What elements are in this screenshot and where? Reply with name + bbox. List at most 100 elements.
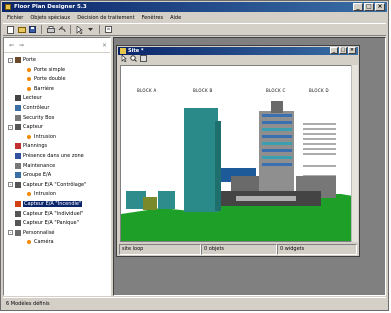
- tree-node-label: Personnalisé: [23, 229, 55, 236]
- tree-node[interactable]: Contrôleur: [8, 104, 49, 112]
- minimize-button[interactable]: _: [353, 3, 363, 11]
- site-icon: [120, 48, 126, 54]
- tree-node-label: Porte simple: [34, 66, 66, 73]
- layer-icon[interactable]: [140, 55, 147, 64]
- block-b-label: BLOCK B: [193, 88, 213, 93]
- pointer-tool-icon[interactable]: [121, 54, 127, 64]
- tree-node-label: Plannings: [23, 143, 48, 150]
- tree-node-label: Lecteur: [23, 95, 42, 102]
- tree-node[interactable]: - Porte: [8, 56, 36, 64]
- block-b-side: [215, 121, 221, 211]
- menu-fichier[interactable]: Fichier: [7, 15, 23, 21]
- toolbar-separator: [41, 25, 42, 34]
- main-toolbar: [3, 23, 386, 36]
- site-status-objects: 0 objets: [201, 244, 277, 255]
- tree-node[interactable]: - Capteur E/A "Contrôlage": [8, 181, 86, 189]
- site-window-controls: _ □ ×: [330, 47, 356, 54]
- sensor-icon: [15, 124, 21, 131]
- site-toolbar: [118, 54, 358, 64]
- tree-node[interactable]: Capteur E/A "Individuel": [8, 210, 83, 218]
- toolbar-separator: [99, 25, 100, 34]
- zone-icon: [15, 153, 21, 159]
- tree-node[interactable]: Capteur E/A "Panique": [8, 219, 79, 227]
- orange-dot-icon: [27, 240, 31, 245]
- object-tree-panel: ⇐ ⇒ × - Porte Porte simple Porte double Barr…: [3, 37, 111, 296]
- title-bar[interactable]: Floor Plan Designer 5.3 _ □ ×: [2, 2, 387, 12]
- block-b-tower: [184, 108, 218, 212]
- canvas-scrollbar[interactable]: [351, 65, 358, 242]
- tree-node-label: Capteur E/A "Panique": [23, 220, 79, 227]
- open-icon[interactable]: [17, 25, 26, 34]
- tree-node-label: Barrière: [34, 85, 55, 92]
- close-button[interactable]: ×: [375, 3, 385, 11]
- tree-node-label: Maintenance: [23, 162, 56, 169]
- orange-dot-icon: [27, 134, 31, 139]
- print-icon[interactable]: [46, 25, 55, 34]
- tree-node[interactable]: Barrière: [26, 85, 54, 93]
- orange-dot-icon: [27, 67, 31, 72]
- tree-node[interactable]: Caméra: [26, 238, 54, 246]
- tree-node[interactable]: Porte simple: [26, 66, 65, 74]
- tree-node[interactable]: - Personnalisé: [8, 229, 55, 237]
- tree-node[interactable]: Intrusion: [26, 190, 56, 198]
- tree-node-label: Présence dans une zone: [23, 153, 84, 159]
- tree-node[interactable]: Groupe E/A: [8, 171, 51, 179]
- tree-node[interactable]: Capteur E/A "Incendie": [8, 200, 83, 208]
- site-window-title-bar[interactable]: Site * _ □ ×: [118, 47, 358, 55]
- tree-node-label: Groupe E/A: [23, 172, 52, 179]
- tree-node-label: Capteur E/A "Individuel": [23, 210, 84, 217]
- tree-node[interactable]: Intrusion: [26, 133, 56, 141]
- custom-icon: [15, 229, 21, 236]
- dropdown-arrow-icon[interactable]: [86, 25, 95, 34]
- tree-header: ⇐ ⇒ ×: [4, 38, 110, 53]
- tree-node-label: Porte double: [34, 76, 66, 83]
- close-panel-icon[interactable]: ×: [102, 42, 107, 49]
- pointer-icon[interactable]: [75, 25, 84, 34]
- menu-decision-traitement[interactable]: Décision de traitement: [77, 15, 134, 21]
- tree-node[interactable]: Security Box: [8, 114, 54, 122]
- tree-node-label: Porte: [23, 57, 36, 63]
- forward-icon[interactable]: ⇒: [19, 42, 24, 49]
- maximize-button[interactable]: □: [364, 3, 374, 11]
- site-status-widgets: 0 widgets: [277, 244, 357, 255]
- menu-bar: Fichier Objets spéciaux Décision de trai…: [3, 13, 386, 22]
- sensor-ea-icon: [15, 181, 21, 188]
- expander-icon[interactable]: -: [8, 230, 13, 236]
- reader-icon: [15, 95, 21, 102]
- new-icon[interactable]: [6, 25, 15, 34]
- toolbar-separator: [70, 25, 71, 34]
- floor-plan-canvas[interactable]: BLOCK A BLOCK B BLOCK C BLOCK D: [120, 65, 354, 242]
- menu-fenetres[interactable]: Fenêtres: [142, 15, 164, 21]
- site-window[interactable]: Site * _ □ × BLOCK A BLOCK B BLOCK C BLO…: [116, 45, 360, 257]
- tree-node[interactable]: Lecteur: [8, 94, 42, 102]
- tree-node[interactable]: Porte double: [26, 75, 66, 83]
- maintenance-icon: [15, 162, 21, 169]
- back-icon[interactable]: ⇐: [9, 42, 14, 49]
- undo-icon[interactable]: [57, 25, 66, 34]
- block-a-label: BLOCK A: [137, 88, 157, 93]
- save-icon[interactable]: [28, 25, 37, 34]
- calendar-icon: [15, 143, 21, 150]
- menu-aide[interactable]: Aide: [170, 15, 181, 21]
- site-close-button[interactable]: ×: [348, 47, 356, 54]
- properties-icon[interactable]: [104, 25, 113, 34]
- expander-icon[interactable]: -: [8, 182, 13, 188]
- site-maximize-button[interactable]: □: [339, 47, 347, 54]
- block-a-annex: [143, 197, 157, 210]
- tree-node[interactable]: - Capteur: [8, 123, 43, 131]
- expander-icon[interactable]: -: [8, 124, 13, 130]
- controller-icon: [15, 105, 21, 111]
- block-a-building-2: [158, 191, 175, 209]
- box-icon: [15, 114, 21, 121]
- tree-node[interactable]: Maintenance: [8, 162, 55, 170]
- tree-node-label: Intrusion: [34, 191, 57, 198]
- expander-icon[interactable]: -: [8, 57, 13, 63]
- site-minimize-button[interactable]: _: [330, 47, 338, 54]
- orange-dot-icon: [27, 192, 31, 197]
- tree-node[interactable]: Présence dans une zone: [8, 152, 84, 160]
- block-d-label: BLOCK D: [309, 88, 329, 93]
- tree-node[interactable]: Plannings: [8, 142, 47, 150]
- zoom-icon[interactable]: [130, 55, 137, 64]
- tree-node-label: Caméra: [34, 239, 54, 246]
- menu-objets-speciaux[interactable]: Objets spéciaux: [30, 15, 70, 21]
